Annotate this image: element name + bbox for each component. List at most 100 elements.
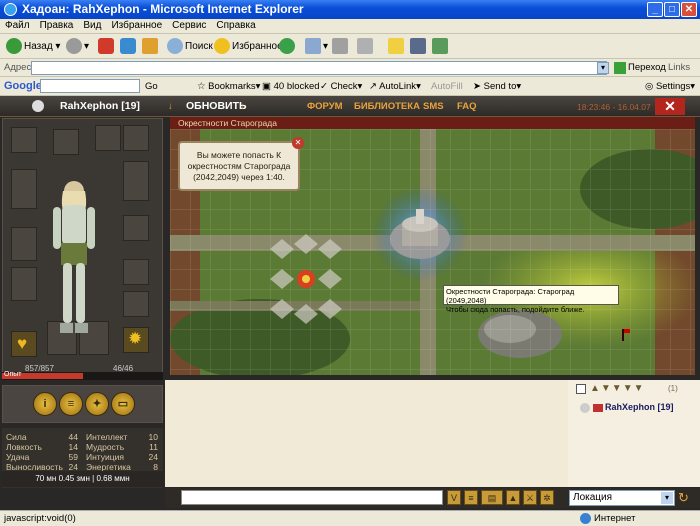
- inventory-panel: ♥ ✹ 857/857 46/46: [2, 118, 163, 380]
- popup-close-icon[interactable]: ✕: [292, 137, 304, 149]
- link-forum[interactable]: ФОРУМ: [307, 101, 343, 112]
- map-button[interactable]: ✦: [85, 392, 109, 416]
- forward-arrow-icon: [66, 38, 82, 55]
- google-settings-button[interactable]: ◎ Settings▾: [645, 79, 695, 94]
- location-select[interactable]: Локация ▾: [569, 490, 675, 506]
- print-button[interactable]: [332, 37, 350, 56]
- refresh-button[interactable]: [120, 37, 138, 56]
- ie-logo-icon: [4, 3, 17, 16]
- minimize-button[interactable]: _: [647, 2, 663, 17]
- k-button[interactable]: [410, 37, 428, 56]
- online-user-row[interactable]: RahXephon [19]: [580, 402, 674, 413]
- travel-popup-text: Вы можете попасть К окрестностям Старогр…: [187, 150, 291, 182]
- link-faq[interactable]: FAQ: [457, 101, 477, 112]
- home-button[interactable]: [142, 37, 160, 56]
- refresh-chat-icon[interactable]: ↻: [678, 490, 694, 506]
- notes-button[interactable]: [388, 37, 406, 56]
- filter-checkbox[interactable]: [576, 384, 586, 394]
- forward-button[interactable]: ▾: [66, 37, 89, 56]
- stat-intuition: Интуиция 24: [86, 452, 158, 462]
- favorites-button[interactable]: Избранное: [214, 37, 283, 56]
- home-icon: [142, 38, 158, 55]
- edit-button[interactable]: [357, 37, 375, 56]
- necklace-slot-icon[interactable]: [95, 125, 121, 151]
- menu-favorites[interactable]: Избранное: [106, 19, 167, 32]
- chest-button[interactable]: ▭: [111, 392, 135, 416]
- tooltip-title: Окрестности Старограда: Староград (2049,…: [446, 287, 575, 305]
- heart-slot-icon[interactable]: ♥: [11, 331, 37, 357]
- cloak-slot-icon[interactable]: [123, 161, 149, 201]
- go-arrow-icon[interactable]: [614, 62, 626, 74]
- go-button[interactable]: Переход: [628, 62, 666, 73]
- chat-button-gear-icon[interactable]: ✲: [540, 490, 554, 505]
- chat-button-scroll-icon[interactable]: ≡: [464, 490, 478, 505]
- book-button[interactable]: ≡: [59, 392, 83, 416]
- stop-button[interactable]: [98, 37, 116, 56]
- autofill-button[interactable]: AutoFill: [431, 79, 463, 94]
- search-icon: [167, 38, 183, 55]
- maximize-button[interactable]: □: [664, 2, 680, 17]
- game-close-button[interactable]: ✕: [655, 98, 685, 115]
- messenger-icon: [432, 38, 448, 55]
- close-button[interactable]: ✕: [681, 2, 697, 17]
- menu-help[interactable]: Справка: [211, 19, 260, 32]
- history-button[interactable]: [279, 37, 297, 56]
- menu-tools[interactable]: Сервис: [167, 19, 211, 32]
- popup-blocker[interactable]: ▣ 40 blocked: [262, 79, 320, 94]
- search-button[interactable]: Поиск: [167, 37, 213, 56]
- window-titlebar: Хадоан: RahXephon - Microsoft Internet E…: [0, 0, 700, 19]
- leggings-slot-icon[interactable]: [11, 267, 37, 301]
- belt-slot-icon[interactable]: [123, 259, 149, 285]
- spell-check-button[interactable]: ✓ Check▾: [320, 79, 362, 94]
- menu-file[interactable]: Файл: [0, 19, 35, 32]
- helmet-slot-icon[interactable]: [11, 127, 37, 153]
- messenger-button[interactable]: [432, 37, 450, 56]
- mail-button[interactable]: ▾: [305, 37, 328, 56]
- star-icon: [214, 38, 230, 55]
- armor-slot-icon[interactable]: [11, 169, 37, 209]
- menu-edit[interactable]: Правка: [35, 19, 79, 32]
- menu-view[interactable]: Вид: [78, 19, 106, 32]
- address-bar: Адрес ▾ Переход Links: [0, 59, 700, 77]
- refresh-arrow-icon: ↓: [168, 101, 173, 112]
- address-input[interactable]: [31, 61, 607, 75]
- links-label[interactable]: Links: [668, 62, 690, 73]
- sun-slot-icon[interactable]: ✹: [123, 327, 149, 353]
- game-map[interactable]: Вы можете попасть К окрестностям Старогр…: [170, 129, 695, 375]
- google-search-input[interactable]: [40, 79, 140, 93]
- gloves-slot-icon[interactable]: [123, 215, 149, 241]
- weapon-slot-icon[interactable]: [123, 125, 149, 151]
- address-label: Адрес: [4, 62, 32, 73]
- sort-arrows-icon[interactable]: ▲▼▼▼▼: [590, 383, 645, 394]
- bookmarks-button[interactable]: ☆ Bookmarks▾: [197, 79, 260, 94]
- mana-line: 70 мн 0.45 змн | 0.68 ммн: [2, 471, 163, 487]
- google-toolbar: Google Go ☆ Bookmarks▾ ▣ 40 blocked ✓ Ch…: [0, 77, 700, 96]
- shield-slot-icon[interactable]: [11, 227, 37, 261]
- back-button[interactable]: Назад ▾: [6, 37, 60, 56]
- user-status-icon: [580, 402, 590, 413]
- refresh-game-button[interactable]: ОБНОВИТЬ: [186, 100, 247, 112]
- chat-button-v-icon[interactable]: V: [447, 490, 461, 505]
- chat-log[interactable]: [165, 380, 568, 487]
- print-icon: [332, 38, 348, 55]
- internet-zone-icon: [580, 513, 591, 524]
- link-sms[interactable]: SMS: [423, 101, 444, 112]
- address-dropdown-icon[interactable]: ▾: [597, 62, 609, 74]
- character-avatar[interactable]: [45, 177, 103, 342]
- chat-button-list-icon[interactable]: ▤: [481, 490, 503, 505]
- menu-bar: Файл Правка Вид Избранное Сервис Справка: [0, 19, 700, 34]
- chat-input[interactable]: [181, 490, 443, 505]
- google-go-button[interactable]: Go: [145, 79, 158, 94]
- window-title: Хадоан: RahXephon - Microsoft Internet E…: [22, 2, 304, 16]
- map-tooltip: Окрестности Старограда: Староград (2049,…: [443, 285, 619, 314]
- send-to-button[interactable]: ➤ Send to▾: [473, 79, 521, 94]
- player-name[interactable]: RahXephon [19]: [60, 100, 140, 112]
- autolink-button[interactable]: ↗ AutoLink▾: [369, 79, 421, 94]
- link-library[interactable]: БИБЛИОТЕКА: [354, 101, 420, 112]
- rings-slot-icon[interactable]: [123, 291, 149, 317]
- chat-button-up-icon[interactable]: ▲: [506, 490, 520, 505]
- bag-slot-icon[interactable]: [53, 129, 79, 155]
- back-arrow-icon: [6, 38, 22, 55]
- chat-button-sword-icon[interactable]: ⚔: [523, 490, 537, 505]
- info-button[interactable]: i: [33, 392, 57, 416]
